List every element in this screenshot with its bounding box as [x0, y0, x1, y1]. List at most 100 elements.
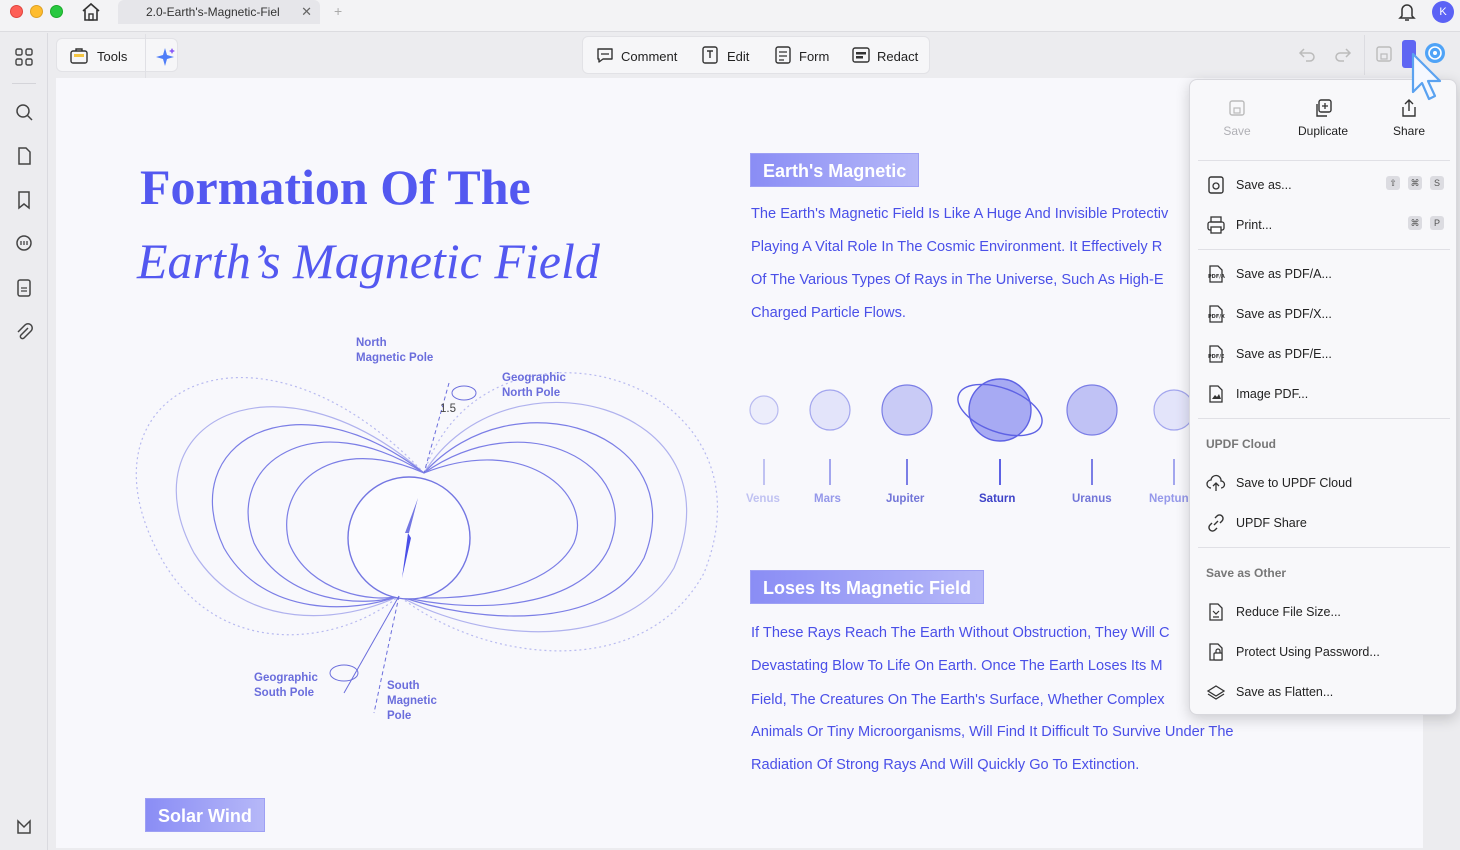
section2-line-2: Devastating Blow To Life On Earth. Once …: [751, 658, 1163, 674]
tools-group[interactable]: Tools: [56, 34, 178, 78]
menu-item-save-cloud[interactable]: Save to UPDF Cloud: [1190, 465, 1456, 501]
save-flatten-label: Save as Flatten...: [1236, 685, 1334, 699]
home-icon[interactable]: [80, 2, 104, 24]
menu-save-label: Save: [1223, 124, 1251, 138]
save-disk-icon[interactable]: [1375, 45, 1393, 68]
new-tab-icon[interactable]: +: [334, 3, 342, 19]
shortcut-cmd: ⌘: [1408, 176, 1422, 190]
search-icon[interactable]: [14, 102, 34, 122]
save-icon: [1229, 100, 1245, 116]
section2-line-4: Animals Or Tiny Microorganisms, Will Fin…: [751, 724, 1234, 740]
save-as-label: Save as...: [1236, 178, 1292, 192]
pdfe-badge-text: PDF/E: [1208, 354, 1225, 360]
lock-file-icon: [1209, 643, 1223, 661]
section1-line-1: The Earth's Magnetic Field Is Like A Hug…: [751, 206, 1169, 222]
section-updf-cloud: UPDF Cloud: [1206, 437, 1276, 451]
grid-icon[interactable]: [14, 47, 34, 67]
section-save-as-other: Save as Other: [1206, 566, 1287, 580]
avatar[interactable]: K: [1432, 1, 1454, 23]
geographic-south-pole-label: Geographic South Pole: [254, 671, 318, 701]
zoom-window-button[interactable]: [50, 5, 63, 18]
minimize-window-button[interactable]: [30, 5, 43, 18]
shortcut-s: S: [1430, 176, 1444, 190]
menu-divider: [1198, 547, 1450, 548]
redact-button[interactable]: Redact: [851, 45, 925, 67]
menu-item-image-pdf[interactable]: Image PDF...: [1190, 376, 1456, 412]
redact-label: Redact: [877, 49, 919, 64]
updf-share-label: UPDF Share: [1236, 516, 1307, 530]
menu-duplicate-button[interactable]: Duplicate: [1288, 98, 1358, 138]
menu-item-updf-share[interactable]: UPDF Share: [1190, 505, 1456, 541]
title-bar: 2.0-Earth's-Magnetic-Fiel ✕ + K: [0, 0, 1460, 32]
section2-line-3: Field, The Creatures On The Earth's Surf…: [751, 692, 1165, 708]
bookmark-icon[interactable]: [14, 190, 34, 210]
close-window-button[interactable]: [10, 5, 23, 18]
print-icon: [1207, 216, 1225, 234]
section-tag-loses-field: Loses Its Magnetic Field: [750, 570, 985, 604]
section2-line-1: If These Rays Reach The Earth Without Ob…: [751, 625, 1170, 641]
comments-icon[interactable]: [14, 234, 34, 254]
compress-icon: [1209, 603, 1223, 621]
redo-icon[interactable]: [1334, 45, 1352, 68]
menu-save-button[interactable]: Save: [1202, 98, 1272, 138]
menu-divider: [1198, 249, 1450, 250]
menu-item-print[interactable]: Print... ⌘ P: [1190, 207, 1456, 243]
layers-icon: [1206, 685, 1226, 700]
tab-title: 2.0-Earth's-Magnetic-Fiel: [146, 5, 280, 19]
menu-item-save-pdfx[interactable]: PDF/X Save as PDF/X...: [1190, 296, 1456, 332]
reduce-size-label: Reduce File Size...: [1236, 605, 1341, 619]
undo-icon[interactable]: [1298, 45, 1316, 68]
comment-icon: [597, 48, 613, 63]
cloud-upload-icon: [1206, 474, 1226, 491]
ai-sparkle-icon[interactable]: [155, 46, 177, 73]
north-label-l2: Magnetic Pole: [356, 352, 434, 364]
document-icon[interactable]: [14, 278, 34, 298]
planets-illustration: [749, 378, 1195, 485]
redact-icon: [852, 47, 870, 63]
document-tab[interactable]: 2.0-Earth's-Magnetic-Fiel ✕: [118, 0, 320, 24]
page-title-line1: Formation Of The: [140, 159, 531, 215]
pdfx-icon: PDF/X: [1208, 305, 1225, 323]
planet-label-neptune: Neptun: [1149, 493, 1189, 505]
updf-logo-icon[interactable]: [14, 817, 34, 837]
form-button[interactable]: Form: [773, 45, 839, 67]
shortcut-cmd: ⌘: [1408, 216, 1422, 230]
duplicate-icon: [1316, 99, 1332, 117]
edit-label: Edit: [727, 49, 750, 64]
menu-divider: [1198, 160, 1450, 161]
menu-share-button[interactable]: Share: [1374, 98, 1444, 138]
geo-south-l1: Geographic: [254, 672, 318, 684]
close-tab-icon[interactable]: ✕: [301, 4, 312, 20]
north-magnetic-pole-label: North Magnetic Pole: [356, 336, 433, 366]
section1-line-2: Playing A Vital Role In The Cosmic Envir…: [751, 239, 1163, 255]
form-label: Form: [799, 49, 830, 64]
menu-item-save-flatten[interactable]: Save as Flatten...: [1190, 674, 1456, 710]
south-l3: Pole: [387, 710, 412, 722]
pdfe-icon: PDF/E: [1208, 345, 1225, 363]
menu-item-save-pdfe[interactable]: PDF/E Save as PDF/E...: [1190, 336, 1456, 372]
left-sidebar: [0, 33, 48, 850]
menu-item-protect-password[interactable]: Protect Using Password...: [1190, 634, 1456, 670]
pdfx-badge-text: PDF/X: [1208, 314, 1225, 320]
edit-button[interactable]: Edit: [701, 45, 761, 67]
menu-item-save-pdfa[interactable]: PDF/A Save as PDF/A...: [1190, 256, 1456, 292]
planet-label-mars: Mars: [814, 493, 841, 505]
south-l1: South: [387, 680, 420, 692]
save-cloud-label: Save to UPDF Cloud: [1236, 476, 1353, 490]
toolbox-icon: [69, 47, 89, 70]
menu-share-label: Share: [1392, 124, 1426, 138]
save-as-icon: [1208, 176, 1224, 194]
bell-icon[interactable]: [1398, 2, 1416, 27]
comment-button[interactable]: Comment: [595, 45, 685, 67]
attachment-icon[interactable]: [14, 322, 34, 342]
link-icon: [1208, 514, 1224, 532]
planet-label-venus: Venus: [746, 493, 780, 505]
pages-icon[interactable]: [14, 146, 34, 166]
form-icon: [775, 46, 791, 64]
menu-item-save-as[interactable]: Save as... ⇧ ⌘ S: [1190, 167, 1456, 203]
shortcut-p: P: [1430, 216, 1444, 230]
planet-label-saturn: Saturn: [979, 493, 1016, 505]
menu-item-reduce-size[interactable]: Reduce File Size...: [1190, 594, 1456, 630]
pdfa-badge-text: PDF/A: [1208, 274, 1225, 280]
section1-line-3: Of The Various Types Of Rays in The Univ…: [751, 272, 1164, 288]
